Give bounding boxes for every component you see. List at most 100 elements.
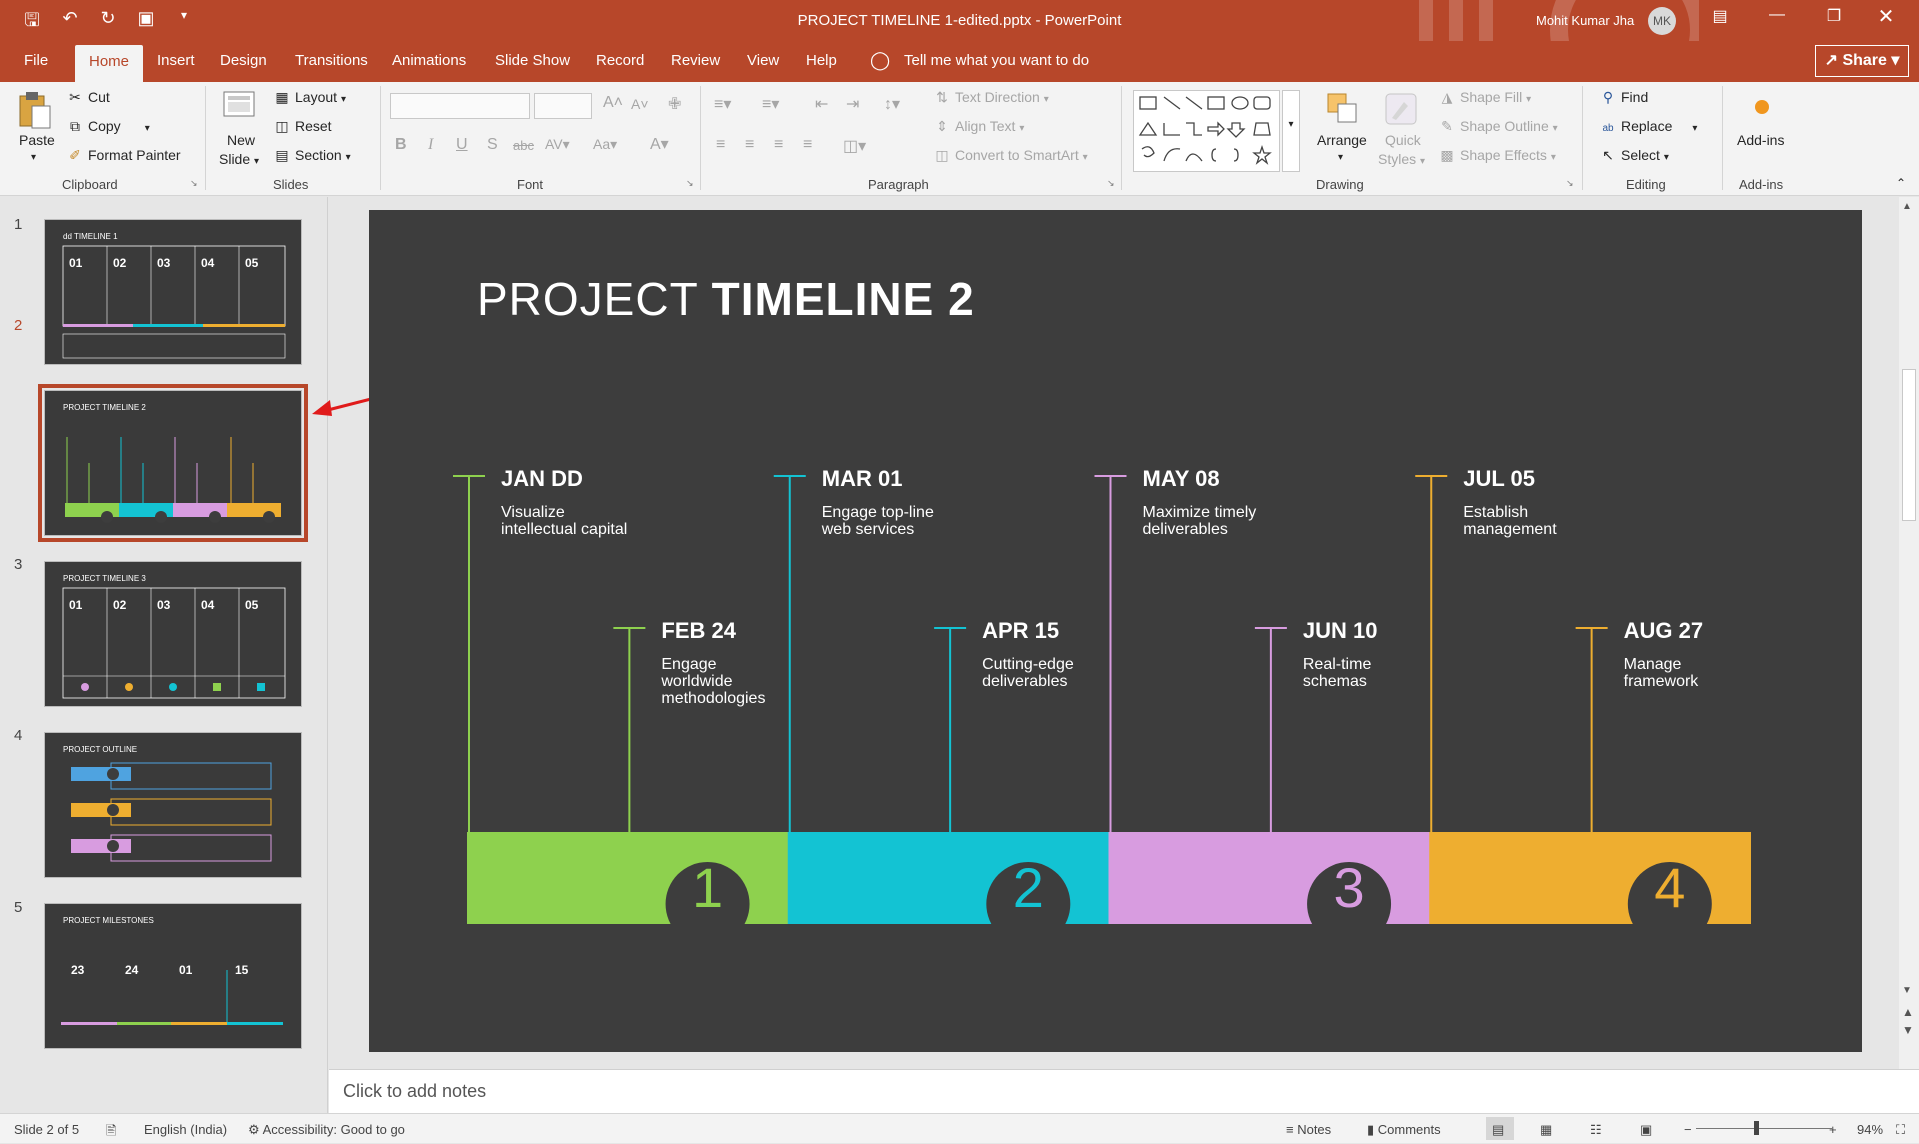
copy-button[interactable]: ⧉ Copy ▾ xyxy=(66,118,150,135)
scroll-thumb[interactable] xyxy=(1902,369,1916,521)
increase-font-icon[interactable]: A˄ xyxy=(603,94,623,112)
italic-icon[interactable]: I xyxy=(428,136,433,154)
drawing-launcher-icon[interactable]: ↘ xyxy=(1566,178,1574,189)
paste-button[interactable]: Paste xyxy=(19,132,55,148)
milestone-description[interactable]: Maximize timely deliverables xyxy=(1143,504,1273,538)
reset-button[interactable]: ◫ Reset xyxy=(273,118,331,135)
shapes-more-icon[interactable]: ▾ xyxy=(1282,90,1300,172)
slide-sorter-icon[interactable]: ▦ xyxy=(1540,1122,1552,1138)
find-button[interactable]: ⚲ Find xyxy=(1599,89,1648,106)
comments-toggle[interactable]: ▮ Comments xyxy=(1367,1122,1441,1138)
decrease-font-icon[interactable]: A˅ xyxy=(631,96,649,112)
slide-thumbnail-3[interactable]: PROJECT TIMELINE 3 01 02 03 04 05 xyxy=(44,561,302,707)
scroll-down-icon[interactable]: ▼ xyxy=(1902,985,1912,996)
columns-icon[interactable]: ◫▾ xyxy=(843,136,866,156)
restore-icon[interactable]: ❐ xyxy=(1814,6,1854,26)
previous-slide-icon[interactable]: ▲ xyxy=(1902,1005,1914,1019)
milestone-date[interactable]: APR 15 xyxy=(982,618,1059,644)
tab-animations[interactable]: Animations xyxy=(392,52,466,69)
slide-thumbnail-4[interactable]: PROJECT OUTLINE xyxy=(44,732,302,878)
change-case-icon[interactable]: Aa▾ xyxy=(593,136,617,153)
font-size-combo[interactable] xyxy=(534,93,592,119)
milestone-description[interactable]: Engage top-line web services xyxy=(822,504,952,538)
shape-fill-button[interactable]: ◮ Shape Fill ▾ xyxy=(1438,89,1532,106)
slide-thumbnail-5[interactable]: PROJECT MILESTONES 23 24 01 15 xyxy=(44,903,302,1049)
zoom-slider[interactable] xyxy=(1696,1128,1832,1129)
accessibility-status[interactable]: ⚙ Accessibility: Good to go xyxy=(248,1122,405,1138)
new-slide-icon[interactable] xyxy=(220,88,258,128)
avatar[interactable]: MK xyxy=(1648,7,1676,35)
justify-icon[interactable]: ≡ xyxy=(803,136,812,154)
milestone-date[interactable]: JUN 10 xyxy=(1303,618,1378,644)
cut-button[interactable]: ✂ Cut xyxy=(66,89,110,106)
bold-icon[interactable]: B xyxy=(395,136,407,154)
tab-help[interactable]: Help xyxy=(806,52,837,69)
tab-view[interactable]: View xyxy=(747,52,779,69)
minimize-icon[interactable]: — xyxy=(1757,6,1797,24)
scroll-up-icon[interactable]: ▲ xyxy=(1902,201,1912,212)
tab-insert[interactable]: Insert xyxy=(157,52,195,69)
shadow-icon[interactable]: S xyxy=(487,136,498,154)
clear-format-icon[interactable]: ✙ xyxy=(668,94,681,114)
slide-canvas[interactable]: PROJECT TIMELINE 2 1 2 3 4 JAN DD Visualize i… xyxy=(369,210,1862,1052)
paragraph-launcher-icon[interactable]: ↘ xyxy=(1107,178,1115,189)
convert-smartart-button[interactable]: ◫ Convert to SmartArt ▾ xyxy=(933,147,1087,164)
zoom-in-icon[interactable]: + xyxy=(1829,1122,1837,1137)
collapse-ribbon-icon[interactable]: ⌃ xyxy=(1896,176,1906,190)
align-left-icon[interactable]: ≡ xyxy=(716,136,725,154)
section-button[interactable]: ▤ Section ▾ xyxy=(273,147,350,164)
notes-toggle[interactable]: ≡ Notes xyxy=(1286,1122,1331,1137)
align-center-icon[interactable]: ≡ xyxy=(745,136,754,154)
arrange-icon[interactable] xyxy=(1324,90,1362,130)
slide-counter[interactable]: Slide 2 of 5 xyxy=(14,1122,79,1137)
tab-review[interactable]: Review xyxy=(671,52,720,69)
reading-view-icon[interactable]: ☷ xyxy=(1590,1122,1602,1138)
quick-styles-button[interactable]: Styles ▾ xyxy=(1378,151,1425,167)
slideshow-icon[interactable]: ▣ xyxy=(1640,1122,1652,1138)
shape-outline-button[interactable]: ✎ Shape Outline ▾ xyxy=(1438,118,1558,135)
ribbon-display-icon[interactable]: ▤ xyxy=(1700,6,1740,26)
milestone-description[interactable]: Cutting-edge deliverables xyxy=(982,656,1092,690)
font-launcher-icon[interactable]: ↘ xyxy=(686,178,694,189)
close-icon[interactable]: ✕ xyxy=(1866,4,1906,29)
addins-icon[interactable] xyxy=(1755,100,1769,114)
font-name-combo[interactable] xyxy=(390,93,530,119)
zoom-out-icon[interactable]: − xyxy=(1684,1122,1692,1137)
tell-me-search[interactable]: Tell me what you want to do xyxy=(904,52,1089,69)
new-slide-label-1[interactable]: New xyxy=(227,132,255,148)
text-direction-button[interactable]: ⇅ Text Direction ▾ xyxy=(933,89,1049,106)
paste-icon[interactable] xyxy=(16,90,54,130)
strikethrough-icon[interactable]: abc xyxy=(513,138,534,153)
next-slide-icon[interactable]: ▼ xyxy=(1902,1023,1914,1037)
slide-thumbnail-2[interactable]: PROJECT TIMELINE 2 xyxy=(38,384,308,542)
format-painter-button[interactable]: ✐ Format Painter xyxy=(66,147,180,164)
increase-indent-icon[interactable]: ⇥ xyxy=(846,94,859,114)
decrease-indent-icon[interactable]: ⇤ xyxy=(815,94,828,114)
slide-thumbnail-1[interactable]: dd TIMELINE 1 01 02 03 04 05 xyxy=(44,219,302,365)
numbering-icon[interactable]: ≡▾ xyxy=(762,94,779,114)
zoom-slider-thumb[interactable] xyxy=(1754,1121,1759,1135)
bullets-icon[interactable]: ≡▾ xyxy=(714,94,731,114)
arrange-dropdown-icon[interactable]: ▾ xyxy=(1338,152,1343,163)
tab-home[interactable]: Home xyxy=(75,45,144,82)
layout-button[interactable]: ▦ Layout ▾ xyxy=(273,89,346,106)
zoom-level[interactable]: 94% xyxy=(1857,1122,1883,1137)
new-slide-button[interactable]: Slide ▾ xyxy=(219,151,259,167)
notes-pane[interactable]: Click to add notes xyxy=(329,1069,1919,1113)
shape-effects-button[interactable]: ▩ Shape Effects ▾ xyxy=(1438,147,1555,164)
char-spacing-icon[interactable]: AV▾ xyxy=(545,136,570,153)
shapes-gallery[interactable] xyxy=(1133,90,1280,172)
share-button[interactable]: ↗ Share ▾ xyxy=(1815,45,1909,77)
milestone-date[interactable]: JUL 05 xyxy=(1463,466,1535,492)
vertical-scrollbar[interactable]: ▲ ▼ ▲ ▼ xyxy=(1899,197,1919,1069)
user-name[interactable]: Mohit Kumar Jha xyxy=(1536,13,1634,28)
quick-styles-icon[interactable] xyxy=(1382,90,1420,130)
paste-dropdown-icon[interactable]: ▾ xyxy=(31,152,36,163)
milestone-description[interactable]: Manage framework xyxy=(1624,656,1734,690)
align-right-icon[interactable]: ≡ xyxy=(774,136,783,154)
milestone-description[interactable]: Real-time schemas xyxy=(1303,656,1413,690)
milestone-date[interactable]: JAN DD xyxy=(501,466,583,492)
spellcheck-icon[interactable]: 🖹 xyxy=(106,1122,116,1144)
language-indicator[interactable]: English (India) xyxy=(144,1122,227,1137)
milestone-date[interactable]: FEB 24 xyxy=(661,618,736,644)
